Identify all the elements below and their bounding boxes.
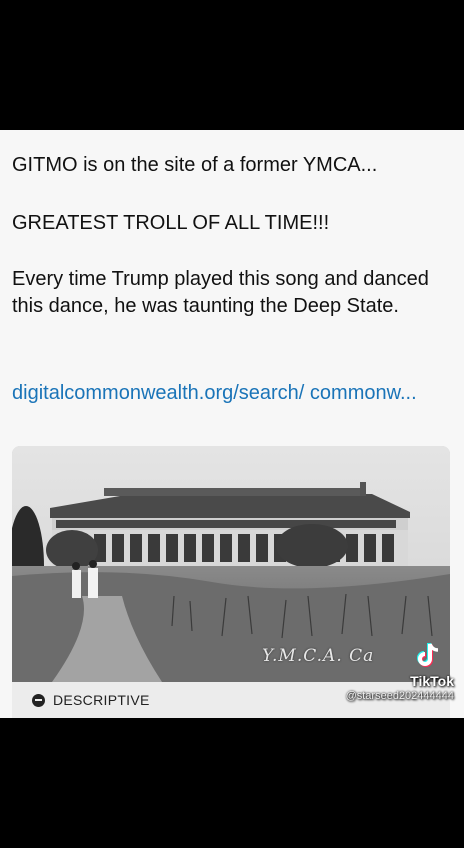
- post-text-line-1: GITMO is on the site of a former YMCA...: [12, 154, 378, 176]
- tiktok-brand: TikTok: [410, 673, 454, 689]
- post-text-line-2: GREATEST TROLL OF ALL TIME!!!: [12, 212, 330, 234]
- tiktok-username: @starseed202444444: [345, 690, 454, 702]
- tiktok-watermark: TikTok @starseed202444444: [346, 642, 454, 702]
- descriptive-label: DESCRIPTIVE: [53, 692, 150, 708]
- tiktok-icon: [417, 643, 439, 667]
- post-link[interactable]: digitalcommonwealth.org/search/ commonw.…: [12, 380, 452, 407]
- minus-circle-icon: [32, 693, 45, 707]
- post-card: GITMO is on the site of a former YMCA...…: [0, 130, 464, 718]
- post-text-line-3: Every time Trump played this song and da…: [12, 268, 429, 317]
